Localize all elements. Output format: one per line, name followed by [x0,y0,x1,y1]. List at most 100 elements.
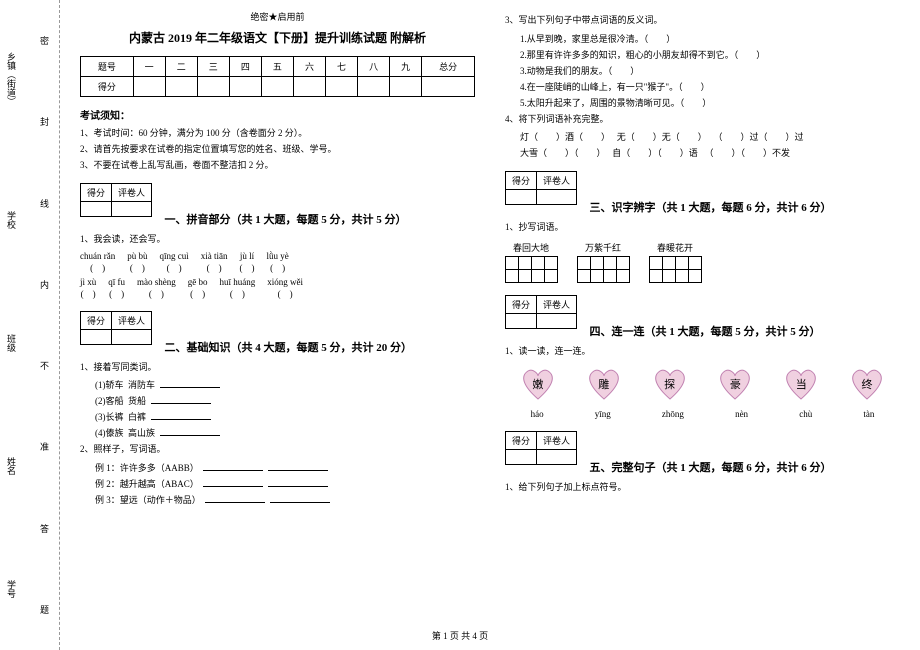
grader-score: 得分 [506,432,537,450]
pinyin-label[interactable]: chù [799,409,812,419]
pinyin-label[interactable]: nèn [735,409,748,419]
score-col-label: 题号 [81,57,134,77]
q4-1-stem: 1、读一读，连一连。 [505,345,900,359]
answer-blank[interactable] [268,477,328,487]
grader-cell[interactable] [112,329,152,344]
heart-icon[interactable]: 终 [847,366,887,401]
score-cell[interactable] [390,77,422,97]
grader-cell[interactable] [81,202,112,217]
grader-cell[interactable] [537,313,577,328]
binding-char: 题 [38,605,51,614]
grader-person: 评卷人 [112,311,152,329]
grader-cell[interactable] [537,190,577,205]
pinyin-item: qī fu( ) [108,277,125,299]
score-cell[interactable] [229,77,261,97]
pinyin-bottom-row: háo yīng zhōng nèn chù tàn [505,409,900,419]
binding-char: 密 [38,36,51,45]
q3-item: 5.太阳升起来了，周围的景物清晰可见。（ ） [520,96,900,109]
heart-icon[interactable]: 雕 [584,366,624,401]
score-cell[interactable] [165,77,197,97]
score-cell[interactable] [326,77,358,97]
score-cell[interactable] [261,77,293,97]
q3-stem: 3、写出下列句子中带点词语的反义词。 [505,14,900,28]
grader-box: 得分评卷人 [80,311,152,345]
grader-score: 得分 [506,172,537,190]
score-col: 一 [133,57,165,77]
score-cell[interactable] [293,77,325,97]
q5-1-stem: 1、给下列句子加上标点符号。 [505,481,900,495]
answer-blank[interactable] [203,461,263,471]
char-boxes[interactable] [577,257,629,283]
heart-icon[interactable]: 豪 [715,366,755,401]
q2-1-row: (1)轿车 消防车 [95,378,475,391]
char-group: 万紫千红 [577,241,629,283]
q4-stem: 4、将下列词语补充完整。 [505,113,900,127]
score-cell[interactable] [422,77,475,97]
heart-icon[interactable]: 探 [650,366,690,401]
q3-item: 1.从早到晚，家里总是很冷清。（ ） [520,32,900,45]
grader-score: 得分 [506,295,537,313]
answer-blank[interactable] [151,410,211,420]
binding-char: 准 [38,442,51,451]
q1-stem: 1、我会读，还会写。 [80,233,475,247]
answer-blank[interactable] [160,378,220,388]
grader-cell[interactable] [537,450,577,465]
pinyin-item: jì xù( ) [80,277,96,299]
q2-2-ex1: 例 1：许许多多（AABB） [95,461,475,474]
q2-1-row: (3)长裤 白裤 [95,410,475,423]
char-boxes[interactable] [649,257,701,283]
answer-blank[interactable] [160,426,220,436]
pinyin-row-1: chuán rǎn( ) pù bù( ) qīng cuì( ) xià ti… [80,251,475,273]
notice-title: 考试须知： [80,107,475,122]
grader-cell[interactable] [112,202,152,217]
q3-item: 2.那里有许许多多的知识，粗心的小朋友却得不到它。（ ） [520,48,900,61]
score-col: 八 [358,57,390,77]
grader-cell[interactable] [506,190,537,205]
pinyin-label[interactable]: tàn [863,409,874,419]
pinyin-label[interactable]: zhōng [662,409,684,419]
heart-icon[interactable]: 当 [781,366,821,401]
binding-char: 内 [38,280,51,289]
grader-cell[interactable] [81,329,112,344]
q2-2-ex2: 例 2：越升越高（ABAC） [95,477,475,490]
pinyin-item: xióng wěi( ) [267,277,303,299]
binding-label-id: 学号 [5,580,18,598]
pinyin-item: chuán rǎn( ) [80,251,115,273]
pinyin-label[interactable]: háo [531,409,544,419]
page-footer: 第 1 页 共 4 页 [0,629,920,642]
pinyin-item: jù lí( ) [239,251,254,273]
q2-1-stem: 1、接着写同类词。 [80,361,475,375]
answer-blank[interactable] [268,461,328,471]
char-grid: 春回大地 万紫千红 春暖花开 [505,241,900,283]
section-one-title: 一、拼音部分（共 1 大题，每题 5 分，共计 5 分） [165,214,407,226]
char-boxes[interactable] [505,257,557,283]
content-columns: 绝密★启用前 内蒙古 2019 年二年级语文【下册】提升训练试题 附解析 题号 … [60,0,920,650]
score-col: 四 [229,57,261,77]
score-cell[interactable] [197,77,229,97]
q4-row2: 大雪（ ）（ ） 自（ ）（ ）语 （ ）（ ）不发 [520,146,900,159]
q4-row1: 灯（ ）酒（ ） 无（ ）无（ ） （ ）过（ ）过 [520,130,900,143]
char-label: 春暖花开 [657,241,693,254]
answer-blank[interactable] [270,493,330,503]
left-column: 绝密★启用前 内蒙古 2019 年二年级语文【下册】提升训练试题 附解析 题号 … [80,10,475,640]
grader-box: 得分评卷人 [505,171,577,205]
heart-icon[interactable]: 嫩 [518,366,558,401]
answer-blank[interactable] [203,477,263,487]
char-group: 春回大地 [505,241,557,283]
score-value-row: 得分 [81,77,475,97]
score-cell[interactable] [133,77,165,97]
score-cell[interactable] [358,77,390,97]
section-five-header: 得分评卷人 五、完整句子（共 1 大题，每题 6 分，共计 6 分） [505,425,900,475]
answer-blank[interactable] [151,394,211,404]
answer-blank[interactable] [205,493,265,503]
grader-cell[interactable] [506,450,537,465]
q2-1-row: (2)客船 货船 [95,394,475,407]
score-col: 二 [165,57,197,77]
pinyin-item: mào shèng( ) [137,277,176,299]
grader-cell[interactable] [506,313,537,328]
score-col: 五 [261,57,293,77]
heart-row: 嫩 雕 探 豪 当 终 [505,366,900,401]
pinyin-item: pù bù( ) [127,251,147,273]
binding-label-school: 学校 [5,211,18,229]
pinyin-label[interactable]: yīng [595,409,611,419]
